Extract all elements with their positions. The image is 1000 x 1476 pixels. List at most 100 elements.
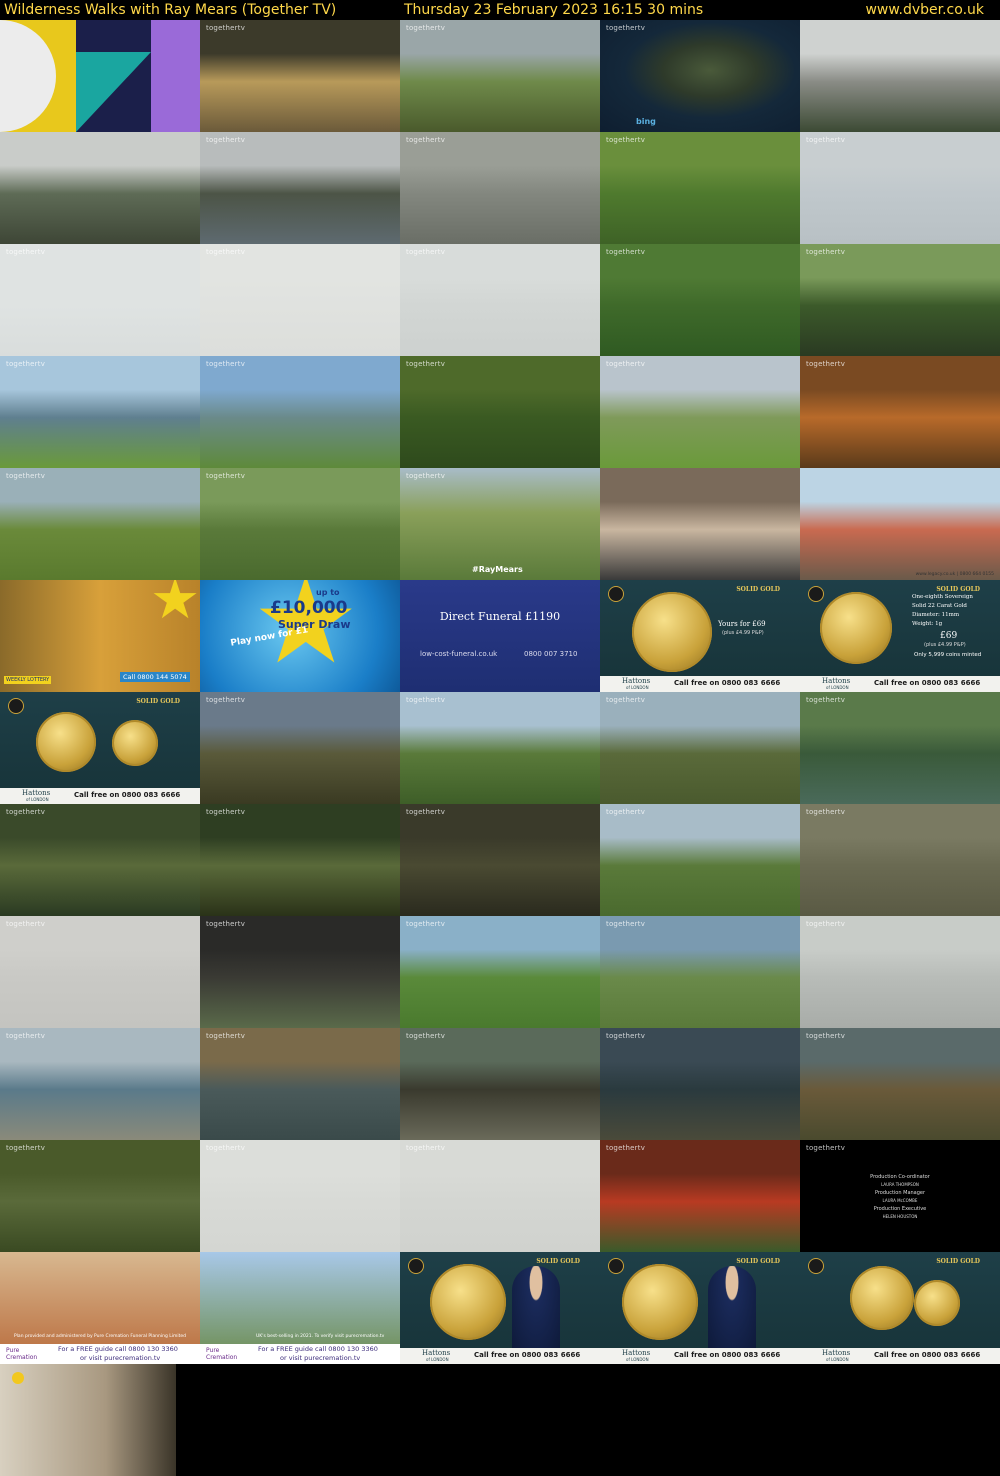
coin-call-text: Call free on 0800 083 6666 <box>674 1351 781 1359</box>
channel-watermark: togethertv <box>406 360 446 368</box>
channel-watermark: togethertv <box>206 696 246 704</box>
lottery-call: Call 0800 144 5074 <box>120 672 190 682</box>
video-thumbnail[interactable]: #RayMears togethertv <box>400 468 600 580</box>
video-thumbnail[interactable]: SOLID GOLD Hattons of LONDON Call free on 0… <box>400 1252 600 1364</box>
channel-watermark: togethertv <box>806 920 846 928</box>
video-thumbnail[interactable]: www.legacy.co.uk | 0800 664 0155 <box>800 468 1000 580</box>
video-thumbnail[interactable]: togethertv <box>0 1140 200 1252</box>
video-thumbnail[interactable]: SOLID GOLD Hattons of LONDON Call free on 0… <box>800 580 1000 692</box>
video-thumbnail[interactable]: togethertv <box>800 244 1000 356</box>
channel-watermark: togethertv <box>806 696 846 704</box>
video-thumbnail[interactable]: SOLID GOLD Hattons of LONDON Call free on 0… <box>800 1252 1000 1364</box>
video-thumbnail[interactable]: togethertv <box>200 20 400 132</box>
video-thumbnail[interactable]: togethertv <box>200 132 400 244</box>
video-thumbnail[interactable]: togethertv <box>400 804 600 916</box>
video-thumbnail[interactable]: togethertv <box>600 1028 800 1140</box>
video-thumbnail[interactable]: togethertv <box>800 692 1000 804</box>
coin-price: £69 <box>940 631 958 641</box>
coin-spec: Weight: 1g <box>912 621 943 627</box>
video-thumbnail[interactable]: togethertv <box>800 916 1000 1028</box>
video-thumbnail[interactable]: togethertv <box>600 244 800 356</box>
video-thumbnail[interactable]: togethertv <box>600 132 800 244</box>
coin-spec: One-eighth Sovereign <box>912 594 973 600</box>
video-thumbnail[interactable] <box>0 1364 176 1476</box>
channel-watermark: togethertv <box>406 920 446 928</box>
video-thumbnail[interactable]: togethertv <box>400 1028 600 1140</box>
video-thumbnail[interactable]: togethertv <box>400 244 600 356</box>
video-thumbnail[interactable]: togethertv <box>400 132 600 244</box>
hattons-sub: of LONDON <box>626 1357 649 1362</box>
sovereign-coin <box>36 712 96 772</box>
video-thumbnail[interactable]: togethertv <box>400 20 600 132</box>
video-thumbnail[interactable] <box>0 132 200 244</box>
video-thumbnail[interactable]: togethertv <box>600 356 800 468</box>
coin-call-bar: Hattons of LONDON Call free on 0800 083 66… <box>600 676 800 692</box>
video-thumbnail[interactable]: SOLID GOLD Hattons of LONDON Call free on 0… <box>600 1252 800 1364</box>
video-thumbnail[interactable]: togethertv <box>200 356 400 468</box>
cremation-plan: Plan provided and administered by Pure C… <box>13 1334 187 1339</box>
hattons-seal-icon <box>808 586 824 602</box>
video-thumbnail[interactable]: togethertv <box>0 1028 200 1140</box>
video-thumbnail[interactable]: togethertv <box>400 356 600 468</box>
video-thumbnail[interactable]: togethertv <box>0 804 200 916</box>
video-thumbnail[interactable]: togethertv <box>600 1140 800 1252</box>
guarantee-seal-icon <box>112 720 158 766</box>
channel-watermark: togethertv <box>606 248 646 256</box>
video-thumbnail[interactable]: SOLID GOLD Hattons of LONDON Call free on 0… <box>0 692 200 804</box>
header: Wilderness Walks with Ray Mears (Togethe… <box>0 0 1000 20</box>
video-thumbnail[interactable]: togethertv <box>400 1140 600 1252</box>
video-thumbnail[interactable]: togethertv <box>600 692 800 804</box>
video-thumbnail[interactable] <box>0 20 200 132</box>
video-thumbnail[interactable]: togethertv <box>800 1028 1000 1140</box>
hattons-seal-icon <box>608 1258 624 1274</box>
video-thumbnail[interactable] <box>800 20 1000 132</box>
cremation-logo: Pure Cremation <box>6 1347 38 1361</box>
video-thumbnail[interactable]: Pure Cremation For a FREE guide call 0800… <box>0 1252 200 1364</box>
video-thumbnail[interactable]: togethertv <box>200 468 400 580</box>
channel-watermark: togethertv <box>406 24 446 32</box>
video-thumbnail[interactable] <box>600 468 800 580</box>
channel-watermark: togethertv <box>406 248 446 256</box>
coin-spec: Solid 22 Carat Gold <box>912 603 967 609</box>
video-thumbnail[interactable]: togethertv <box>600 916 800 1028</box>
channel-watermark: togethertv <box>806 1144 846 1152</box>
video-thumbnail[interactable]: togethertv <box>800 132 1000 244</box>
video-thumbnail[interactable]: togethertv <box>200 804 400 916</box>
video-thumbnail[interactable]: togethertv <box>200 916 400 1028</box>
video-thumbnail[interactable]: togethertv <box>800 356 1000 468</box>
channel-watermark: togethertv <box>206 1144 246 1152</box>
video-thumbnail[interactable]: bing togethertv <box>600 20 800 132</box>
video-thumbnail[interactable]: togethertv <box>600 804 800 916</box>
video-thumbnail[interactable]: togethertv <box>0 244 200 356</box>
channel-watermark: togethertv <box>206 1032 246 1040</box>
video-thumbnail[interactable]: ★ up to £10,000 Super Draw Play now for £1 <box>200 580 400 692</box>
video-thumbnail[interactable]: togethertv <box>800 804 1000 916</box>
channel-watermark: togethertv <box>606 360 646 368</box>
site-link[interactable]: www.dvber.co.uk <box>865 0 984 20</box>
video-thumbnail[interactable]: togethertv <box>200 1028 400 1140</box>
video-thumbnail[interactable]: Direct Funeral £1190 low-cost-funeral.co.… <box>400 580 600 692</box>
hattons-seal-icon <box>8 698 24 714</box>
video-thumbnail[interactable]: togethertv <box>200 692 400 804</box>
video-thumbnail[interactable]: Production Co-ordinator LAURA THOMPSON Pro… <box>800 1140 1000 1252</box>
solid-gold-label: SOLID GOLD <box>136 698 180 705</box>
broadcast-datetime: Thursday 23 February 2023 16:15 30 mins <box>404 2 704 18</box>
channel-watermark: togethertv <box>406 1144 446 1152</box>
white-half-circle <box>0 20 56 132</box>
coin-pp: (plus £4.99 P&P) <box>722 630 764 636</box>
channel-watermark: togethertv <box>206 248 246 256</box>
hattons-seal-icon <box>408 1258 424 1274</box>
coin-call-bar: Hattons of LONDON Call free on 0800 083 66… <box>600 1348 800 1364</box>
video-thumbnail[interactable]: SOLID GOLD Hattons of LONDON Call free on 0… <box>600 580 800 692</box>
video-thumbnail[interactable]: ★ Call 0800 144 5074 WEEKLY LOTTERY <box>0 580 200 692</box>
video-thumbnail[interactable]: togethertv <box>200 1140 400 1252</box>
video-thumbnail[interactable]: togethertv <box>400 692 600 804</box>
video-thumbnail[interactable]: togethertv <box>0 356 200 468</box>
video-thumbnail[interactable]: togethertv <box>0 468 200 580</box>
video-thumbnail[interactable]: togethertv <box>0 916 200 1028</box>
video-thumbnail[interactable]: togethertv <box>400 916 600 1028</box>
hattons-sub: of LONDON <box>826 1357 849 1362</box>
video-thumbnail[interactable]: togethertv <box>200 244 400 356</box>
video-thumbnail[interactable]: Pure Cremation For a FREE guide call 0800… <box>200 1252 400 1364</box>
channel-watermark: togethertv <box>806 248 846 256</box>
